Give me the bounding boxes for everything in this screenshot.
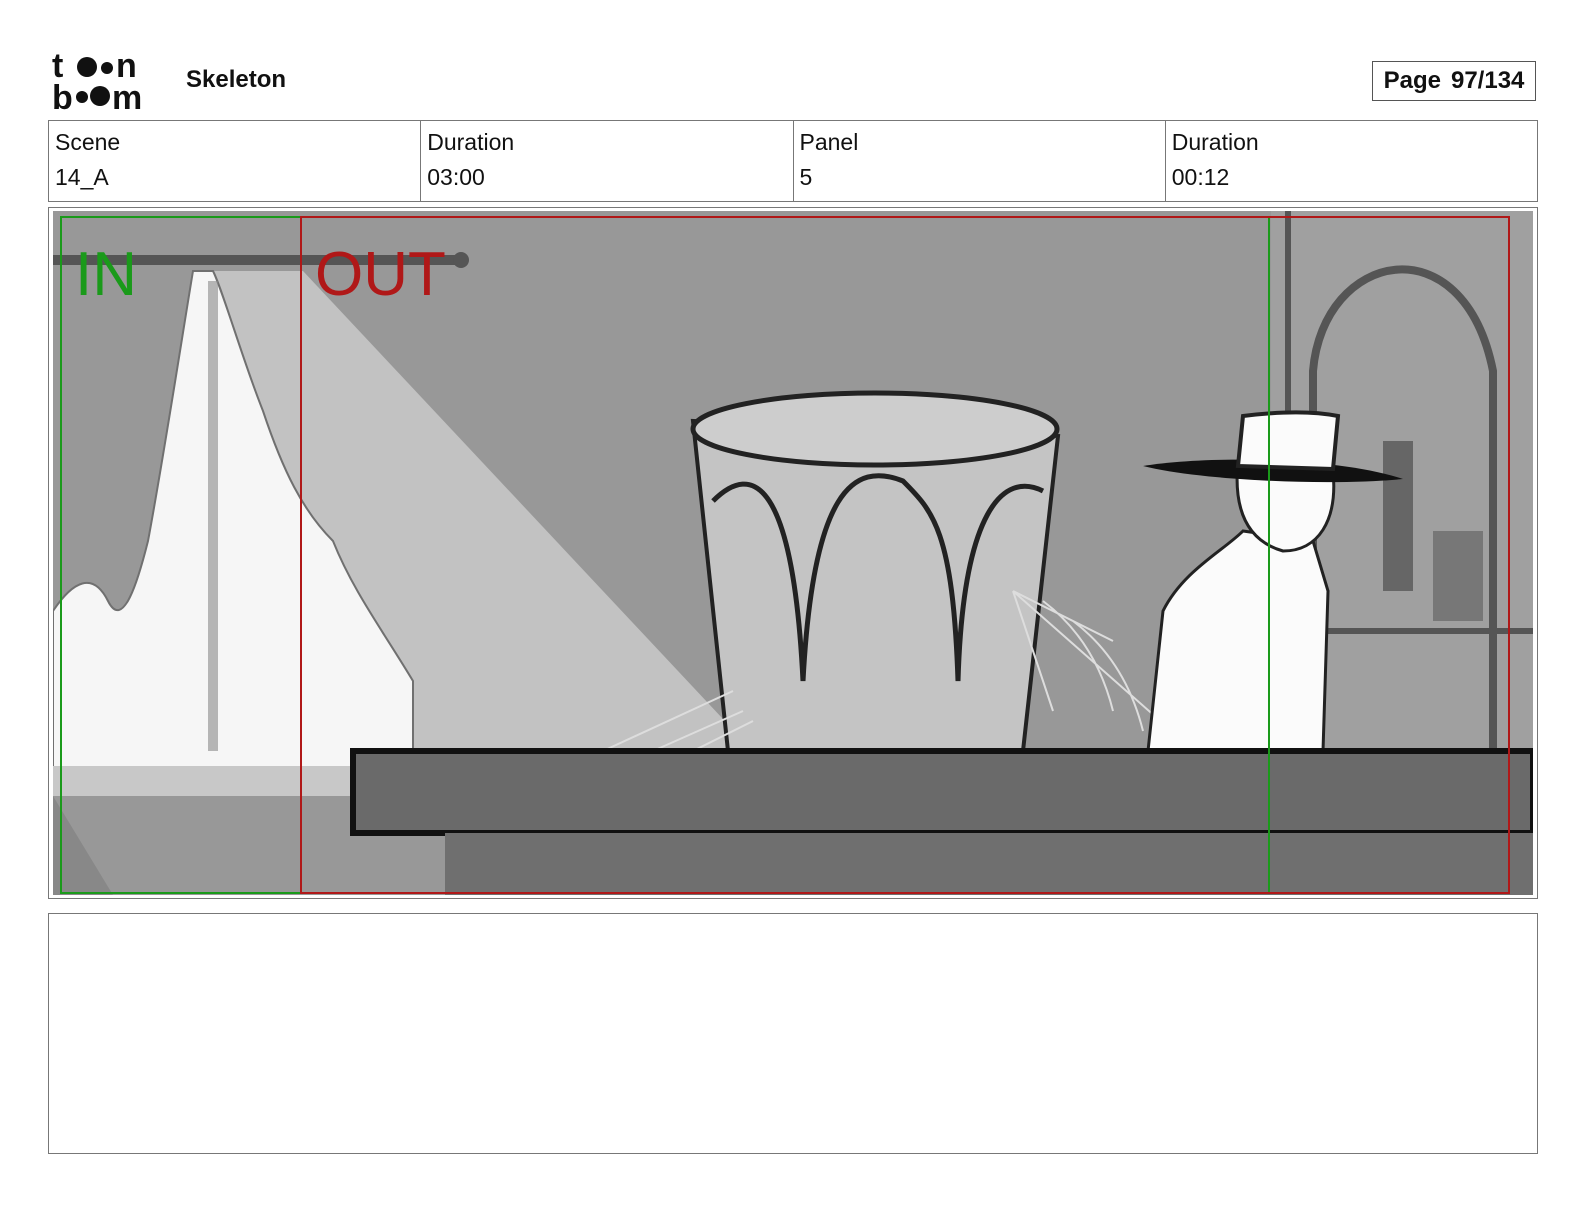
panel-cell: Panel 5 bbox=[794, 121, 1166, 201]
project-title: Skeleton bbox=[186, 66, 287, 93]
scene-duration-label: Duration bbox=[427, 129, 515, 155]
svg-text:m: m bbox=[112, 79, 142, 112]
panel-duration-label: Duration bbox=[1171, 129, 1259, 155]
panel-label: Panel bbox=[799, 129, 859, 155]
scene-duration-value: 03:00 bbox=[427, 164, 485, 190]
page-label: Page bbox=[1383, 67, 1441, 94]
page-indicator: Page 97/134 bbox=[1372, 61, 1536, 101]
panel-value: 5 bbox=[799, 164, 813, 190]
toon-boom-logo: t n b m bbox=[52, 50, 142, 112]
scene-value: 14_A bbox=[55, 164, 109, 190]
svg-text:b: b bbox=[52, 79, 73, 112]
panel-duration-cell: Duration 00:12 bbox=[1166, 121, 1537, 201]
scene-duration-cell: Duration 03:00 bbox=[421, 121, 794, 201]
scene-label: Scene bbox=[55, 129, 121, 155]
storyboard-panel: IN OUT bbox=[48, 207, 1538, 899]
in-marker: IN bbox=[75, 240, 137, 309]
scene-info-table: Scene 14_A Duration 03:00 Panel 5 Durati… bbox=[48, 120, 1538, 202]
panel-sketch: IN OUT bbox=[53, 211, 1533, 895]
page-number: 97/134 bbox=[1450, 67, 1525, 94]
panel-duration-value: 00:12 bbox=[1171, 164, 1230, 190]
scene-cell: Scene 14_A bbox=[49, 121, 422, 201]
out-marker: OUT bbox=[315, 240, 446, 309]
panel-notes bbox=[48, 913, 1538, 1154]
